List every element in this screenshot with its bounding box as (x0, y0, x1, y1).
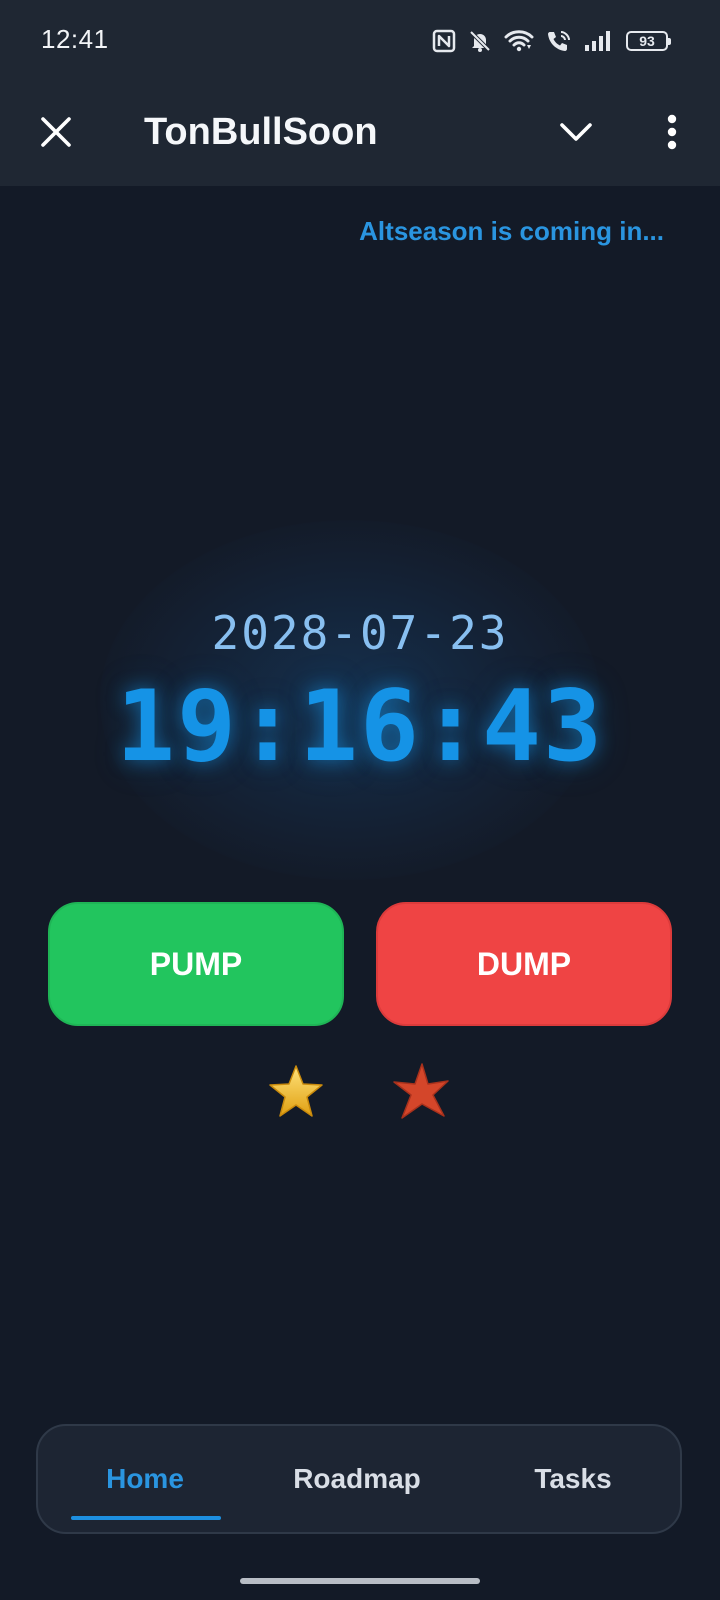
bell-off-icon (469, 30, 491, 52)
wifi-call-icon (548, 31, 570, 51)
dump-button-label: DUMP (476, 945, 572, 982)
pump-button-label: PUMP (149, 945, 243, 982)
status-time: 12:41 (41, 24, 109, 54)
wifi-icon (504, 30, 534, 52)
nav-active-indicator (71, 1516, 221, 1520)
pump-button[interactable]: PUMP (48, 902, 344, 1026)
altseason-tagline: Altseason is coming in... (359, 216, 664, 246)
battery-level: 93 (639, 33, 655, 49)
more-options-button[interactable] (646, 106, 698, 158)
countdown-date: 2028-07-23 (211, 606, 509, 660)
status-bar: 12:41 93 (0, 0, 720, 82)
app-title: TonBullSoon (144, 111, 378, 153)
app-screen: 12:41 93 TonBullSoon Altseason is coming… (0, 0, 720, 1600)
collapse-button[interactable] (550, 106, 602, 158)
close-button[interactable] (30, 106, 82, 158)
more-vertical-icon (667, 114, 677, 150)
star-red-icon (393, 1063, 449, 1119)
nav-tasks[interactable]: Tasks (498, 1426, 648, 1532)
signal-icon (585, 31, 610, 51)
countdown-time: 19:16:43 (115, 670, 604, 784)
nfc-icon (432, 29, 456, 53)
home-indicator[interactable] (240, 1578, 480, 1584)
nav-roadmap[interactable]: Roadmap (282, 1426, 432, 1532)
status-icons: 93 (432, 26, 671, 56)
close-icon (41, 117, 71, 147)
battery-icon: 93 (626, 31, 671, 51)
bottom-nav: Home Roadmap Tasks (36, 1424, 682, 1534)
app-header: TonBullSoon (0, 82, 720, 186)
chevron-down-icon (560, 123, 592, 141)
dump-button[interactable]: DUMP (376, 902, 672, 1026)
star-gold-icon (269, 1065, 323, 1117)
